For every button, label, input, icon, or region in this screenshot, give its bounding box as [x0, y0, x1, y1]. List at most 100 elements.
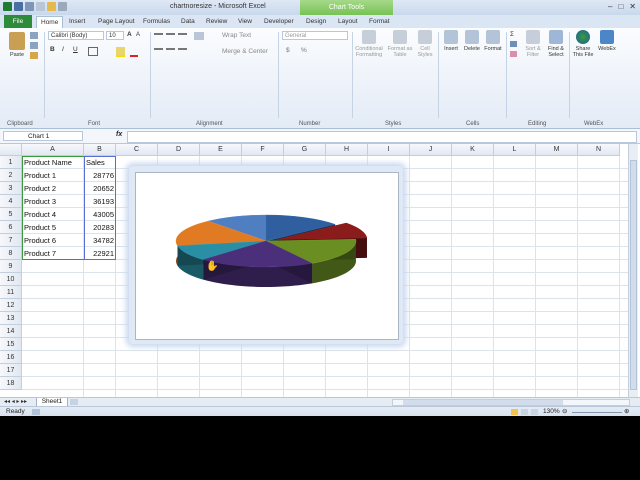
tab-file[interactable]: File [4, 15, 32, 28]
undo-icon[interactable] [25, 2, 34, 11]
vertical-scroll-thumb[interactable] [630, 160, 637, 390]
insert-cells-button[interactable]: Insert [441, 30, 461, 52]
tab-layout[interactable]: Layout [338, 16, 358, 28]
insert-sheet-icon[interactable] [70, 399, 78, 405]
column-header[interactable]: K [452, 144, 494, 156]
save-icon[interactable] [14, 2, 23, 11]
zoom-out-icon[interactable]: ⊖ [562, 407, 567, 416]
normal-view-icon[interactable] [511, 409, 518, 415]
copy-icon[interactable] [30, 42, 38, 49]
align-right-icon[interactable] [178, 48, 187, 56]
minimize-button[interactable]: – [608, 2, 612, 11]
row-header[interactable]: 14 [0, 325, 22, 338]
webex-button[interactable]: WebEx [596, 30, 618, 52]
row-header[interactable]: 8 [0, 247, 22, 260]
row-header[interactable]: 1 [0, 156, 22, 169]
row-header[interactable]: 10 [0, 273, 22, 286]
bold-button[interactable]: B [50, 46, 55, 53]
number-format-dropdown[interactable]: General [282, 31, 348, 40]
column-header[interactable]: L [494, 144, 536, 156]
font-size-dropdown[interactable]: 10 [106, 31, 124, 40]
conditional-formatting-button[interactable]: Conditional Formatting [354, 30, 384, 58]
horizontal-scroll-thumb[interactable] [403, 400, 563, 405]
orientation-icon[interactable] [194, 32, 204, 40]
maximize-button[interactable]: □ [618, 2, 623, 11]
align-bottom-icon[interactable] [178, 33, 187, 41]
column-header[interactable]: B [84, 144, 116, 156]
tab-insert[interactable]: Insert [69, 16, 85, 28]
column-header[interactable]: D [158, 144, 200, 156]
autosum-icon[interactable]: Σ [510, 31, 514, 38]
paste-button[interactable]: Paste [6, 32, 28, 58]
zoom-level[interactable]: 130% [543, 407, 560, 416]
column-header[interactable]: G [284, 144, 326, 156]
page-break-view-icon[interactable] [531, 409, 538, 415]
tab-page-layout[interactable]: Page Layout [98, 16, 135, 28]
row-header[interactable]: 18 [0, 377, 22, 390]
format-as-table-button[interactable]: Format as Table [386, 30, 414, 58]
redo-icon[interactable] [36, 2, 45, 11]
row-header[interactable]: 16 [0, 351, 22, 364]
share-file-button[interactable]: Share This File [571, 30, 595, 58]
horizontal-scrollbar[interactable] [392, 399, 630, 406]
align-top-icon[interactable] [154, 33, 163, 41]
find-select-button[interactable]: Find & Select [545, 30, 567, 58]
row-header[interactable]: 17 [0, 364, 22, 377]
chart-area[interactable]: ✋ [135, 172, 399, 340]
fill-icon[interactable] [510, 41, 517, 47]
grow-font-icon[interactable]: A [127, 31, 132, 38]
name-box[interactable]: Chart 1 [3, 131, 83, 141]
column-header[interactable]: M [536, 144, 578, 156]
zoom-slider[interactable] [572, 412, 622, 413]
column-header[interactable]: H [326, 144, 368, 156]
column-header[interactable]: J [410, 144, 452, 156]
macro-record-icon[interactable] [32, 409, 40, 415]
select-all-corner[interactable] [0, 144, 22, 156]
column-header[interactable]: A [22, 144, 84, 156]
shrink-font-icon[interactable]: A [136, 32, 140, 38]
cut-icon[interactable] [30, 32, 38, 39]
page-layout-view-icon[interactable] [521, 409, 528, 415]
vertical-scrollbar[interactable] [628, 144, 638, 398]
customize-qat-icon[interactable] [58, 2, 67, 11]
row-header[interactable]: 6 [0, 221, 22, 234]
row-header[interactable]: 11 [0, 286, 22, 299]
wrap-text-button[interactable]: Wrap Text [222, 32, 251, 39]
sort-filter-button[interactable]: Sort & Filter [522, 30, 544, 58]
pie-chart[interactable]: ✋ [136, 173, 398, 339]
row-header[interactable]: 2 [0, 169, 22, 182]
align-middle-icon[interactable] [166, 33, 175, 41]
row-header[interactable]: 5 [0, 208, 22, 221]
tab-formulas[interactable]: Formulas [143, 16, 170, 28]
clear-icon[interactable] [510, 51, 517, 57]
format-cells-button[interactable]: Format [483, 30, 503, 52]
align-left-icon[interactable] [154, 48, 163, 56]
zoom-in-icon[interactable]: ⊕ [624, 407, 629, 416]
row-header[interactable]: 7 [0, 234, 22, 247]
row-header[interactable]: 3 [0, 182, 22, 195]
tab-format[interactable]: Format [369, 16, 390, 28]
row-header[interactable]: 12 [0, 299, 22, 312]
tab-developer[interactable]: Developer [264, 16, 294, 28]
font-name-dropdown[interactable]: Calibri (Body) [48, 31, 104, 40]
column-header[interactable]: C [116, 144, 158, 156]
column-header[interactable]: N [578, 144, 620, 156]
delete-cells-button[interactable]: Delete [462, 30, 482, 52]
cell-styles-button[interactable]: Cell Styles [414, 30, 436, 58]
formula-input[interactable] [127, 131, 637, 143]
borders-icon[interactable] [88, 47, 98, 56]
column-header[interactable]: F [242, 144, 284, 156]
format-painter-icon[interactable] [30, 52, 38, 59]
italic-button[interactable]: I [62, 46, 64, 53]
tab-data[interactable]: Data [181, 16, 195, 28]
row-header[interactable]: 15 [0, 338, 22, 351]
underline-button[interactable]: U [73, 46, 78, 53]
sheet-nav-arrows-icon[interactable]: ◂◂ ◂ ▸ ▸▸ [4, 398, 27, 405]
percent-button[interactable]: % [301, 47, 307, 54]
tab-design[interactable]: Design [306, 16, 326, 28]
currency-button[interactable]: $ [286, 47, 290, 54]
open-icon[interactable] [47, 2, 56, 11]
tab-view[interactable]: View [238, 16, 252, 28]
merge-center-button[interactable]: Merge & Center [222, 48, 268, 55]
fill-color-icon[interactable] [116, 47, 125, 57]
